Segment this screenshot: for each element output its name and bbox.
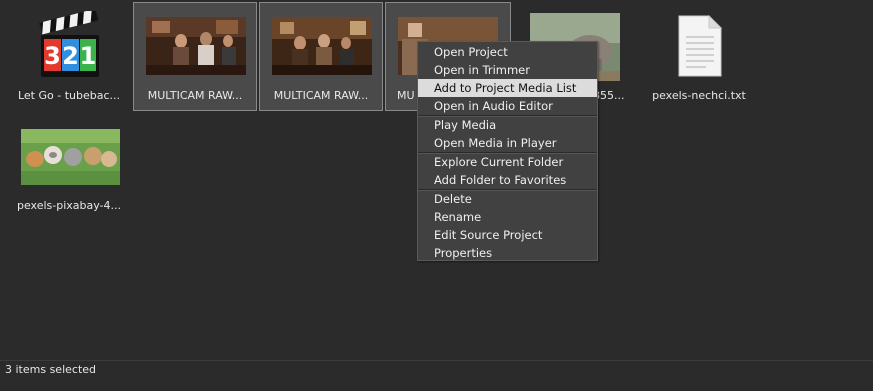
media-player-classic-321-icon: 3 2 1 [38,11,102,81]
status-bar: 3 items selected [0,360,873,391]
menu-item-open-in-trimmer[interactable]: Open in Trimmer [418,61,597,79]
context-menu: Open Project Open in Trimmer Add to Proj… [417,41,598,261]
media-item-label: MULTICAM RAW... [147,89,243,102]
menu-item-properties[interactable]: Properties [418,244,597,262]
media-item-pexels-pixabay[interactable]: pexels-pixabay-4... [7,112,131,221]
svg-text:2: 2 [62,42,79,70]
video-thumbnail [272,17,372,75]
media-item-pexels-nechci[interactable]: pexels-nechci.txt [637,2,761,111]
video-thumbnail [146,17,246,75]
media-item-multicam-2[interactable]: MULTICAM RAW... [259,2,383,111]
menu-item-play-media[interactable]: Play Media [418,116,597,134]
menu-item-explore-current-folder[interactable]: Explore Current Folder [418,153,597,171]
selection-status-text: 3 items selected [5,363,97,376]
menu-item-open-in-audio-editor[interactable]: Open in Audio Editor [418,97,597,115]
media-item-label: pexels-nechci.txt [652,89,746,102]
media-item-let-go[interactable]: 3 2 1 Let Go - tubebac... [7,2,131,111]
media-item-label: pexels-pixabay-4... [16,199,122,212]
text-file-icon [678,15,722,77]
media-item-label: Let Go - tubebac... [17,89,121,102]
media-browser: 3 2 1 Let Go - tubebac... MULTICAM RAW..… [0,0,873,360]
menu-item-add-folder-to-favorites[interactable]: Add Folder to Favorites [418,171,597,189]
svg-text:1: 1 [80,42,97,70]
menu-item-edit-source-project[interactable]: Edit Source Project [418,226,597,244]
menu-item-add-to-project-media-list[interactable]: Add to Project Media List [418,79,597,97]
menu-item-delete[interactable]: Delete [418,190,597,208]
svg-text:3: 3 [44,42,61,70]
media-item-label: MULTICAM RAW... [273,89,369,102]
menu-item-rename[interactable]: Rename [418,208,597,226]
kittens-image-thumbnail [21,129,120,185]
menu-item-open-media-in-player[interactable]: Open Media in Player [418,134,597,152]
media-item-multicam-1[interactable]: MULTICAM RAW... [133,2,257,111]
menu-item-open-project[interactable]: Open Project [418,43,597,61]
